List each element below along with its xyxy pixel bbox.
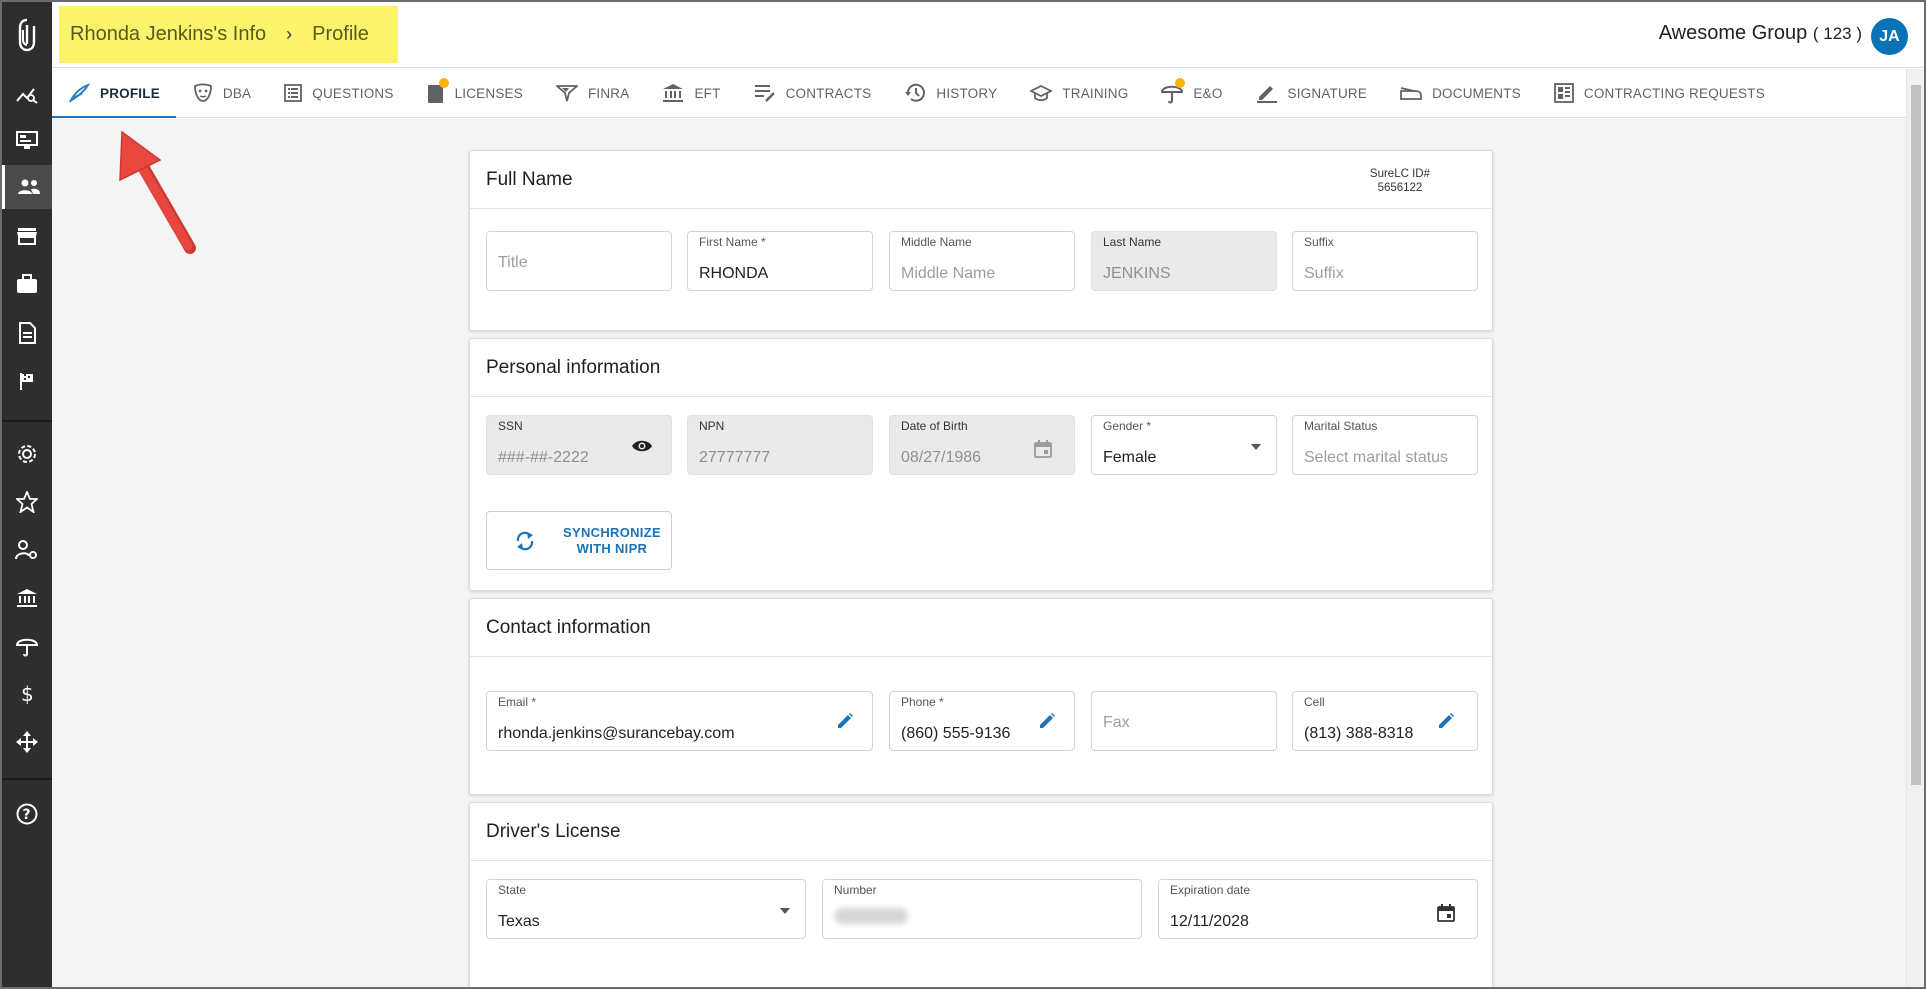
license-number-field[interactable]: Number — [822, 879, 1142, 939]
gender-select[interactable]: Gender * Female — [1091, 415, 1277, 475]
section-title: Driver's License — [470, 803, 1492, 861]
tab-dba[interactable]: DBA — [193, 69, 251, 118]
middle-name-field[interactable]: Middle Name Middle Name — [889, 231, 1075, 291]
group-name: Awesome Group — [1658, 22, 1808, 44]
email-field[interactable]: Email * rhonda.jenkins@surancebay.com — [486, 691, 873, 751]
vertical-scrollbar[interactable] — [1906, 69, 1924, 987]
document-icon[interactable] — [2, 311, 52, 355]
monitor-icon[interactable] — [2, 118, 52, 162]
user-settings-icon[interactable] — [2, 528, 52, 572]
profile-tabs: PROFILE DBA QUESTIONS LICENSES FINRA EFT… — [52, 69, 1906, 118]
tab-questions[interactable]: QUESTIONS — [284, 69, 393, 118]
edit-icon[interactable] — [836, 712, 854, 730]
bank-icon[interactable] — [2, 576, 52, 620]
left-nav-rail: $ ? — [2, 2, 52, 987]
graduation-icon — [1030, 84, 1053, 102]
umbrella-icon[interactable] — [2, 624, 52, 668]
group-selector[interactable]: Awesome Group ( 123 ) — [1659, 22, 1862, 45]
cell-field[interactable]: Cell (813) 388-8318 — [1292, 691, 1478, 751]
feather-icon — [69, 83, 90, 103]
section-title: Personal information — [470, 339, 1492, 397]
sync-icon — [516, 531, 534, 550]
dropdown-arrow-icon — [780, 908, 790, 914]
svg-text:?: ? — [23, 807, 31, 823]
contracts-icon — [754, 85, 775, 102]
section-title: Full Name — [470, 151, 1492, 209]
stapler-icon — [1400, 87, 1422, 100]
calendar-icon[interactable] — [1437, 904, 1455, 922]
top-header: Rhonda Jenkins's Info › Profile Awesome … — [52, 2, 1924, 68]
breadcrumb-root[interactable]: Rhonda Jenkins's Info — [70, 23, 266, 46]
help-icon[interactable]: ? — [2, 792, 52, 836]
annotation-arrow-icon — [119, 130, 196, 254]
dashboard-icon — [1554, 83, 1574, 103]
avatar[interactable]: JA — [1871, 18, 1908, 55]
tab-history[interactable]: HISTORY — [904, 69, 997, 118]
store-icon[interactable] — [2, 214, 52, 258]
group-count: ( 123 ) — [1812, 24, 1862, 43]
profile-content: Full Name SureLC ID# 5656122 Title First… — [52, 119, 1906, 987]
tab-contracts[interactable]: CONTRACTS — [754, 69, 872, 118]
redacted-value — [834, 908, 908, 924]
notification-dot — [1175, 77, 1186, 88]
tab-contracting-requests[interactable]: CONTRACTING REQUESTS — [1554, 69, 1765, 118]
dollar-icon[interactable]: $ — [2, 672, 52, 716]
tab-training[interactable]: TRAINING — [1030, 69, 1128, 118]
section-title: Contact information — [470, 599, 1492, 657]
tab-eo[interactable]: E&O — [1161, 69, 1222, 118]
mask-icon — [194, 83, 212, 102]
breadcrumb-current: Profile — [312, 23, 369, 45]
notification-dot — [438, 77, 449, 88]
edit-icon[interactable] — [1437, 712, 1455, 730]
synchronize-nipr-button[interactable]: SYNCHRONIZE WITH NIPR — [486, 511, 672, 570]
surelc-id: SureLC ID# 5656122 — [1369, 168, 1430, 194]
flag-icon[interactable] — [2, 359, 52, 403]
edit-icon[interactable] — [1038, 712, 1056, 730]
license-state-select[interactable]: State Texas — [486, 879, 806, 939]
people-icon[interactable] — [2, 165, 52, 209]
gear-icon[interactable] — [2, 432, 52, 476]
move-icon[interactable] — [2, 720, 52, 764]
badge-icon[interactable] — [2, 480, 52, 524]
phone-field[interactable]: Phone * (860) 555-9136 — [889, 691, 1075, 751]
eye-icon[interactable] — [631, 438, 653, 454]
expiration-date-field[interactable]: Expiration date 12/11/2028 — [1158, 879, 1478, 939]
tab-signature[interactable]: SIGNATURE — [1256, 69, 1368, 118]
analytics-icon[interactable] — [2, 72, 52, 116]
logo-icon[interactable] — [2, 12, 52, 58]
finra-icon — [555, 85, 578, 102]
app-window: $ ? Rhonda Jenkins's Info › Profile Awes… — [0, 0, 1926, 989]
marital-status-select[interactable]: Marital Status Select marital status — [1292, 415, 1478, 475]
fax-field[interactable]: Fax — [1091, 691, 1277, 751]
date-of-birth-field: Date of Birth 08/27/1986 — [889, 415, 1075, 475]
first-name-field[interactable]: First Name * RHONDA — [687, 231, 873, 291]
suffix-field[interactable]: Suffix Suffix — [1292, 231, 1478, 291]
ssn-field: SSN ###-##-2222 — [486, 415, 672, 475]
list-icon — [284, 84, 303, 102]
breadcrumb: Rhonda Jenkins's Info › Profile — [59, 6, 398, 63]
pen-icon — [1256, 86, 1277, 103]
dropdown-arrow-icon — [1251, 444, 1261, 450]
chevron-right-icon: › — [286, 24, 293, 44]
last-name-field: Last Name JENKINS — [1091, 231, 1277, 291]
scrollbar-thumb[interactable] — [1911, 85, 1921, 785]
svg-text:$: $ — [21, 683, 34, 705]
personal-info-card: Personal information SSN ###-##-2222 NPN… — [469, 338, 1493, 591]
npn-field: NPN 27777777 — [687, 415, 873, 475]
tab-eft[interactable]: EFT — [662, 69, 720, 118]
tab-profile[interactable]: PROFILE — [52, 69, 176, 118]
calendar-icon — [1034, 440, 1052, 458]
drivers-license-card: Driver's License State Texas Number Expi… — [469, 802, 1493, 987]
history-icon — [905, 83, 926, 102]
title-field[interactable]: Title — [486, 231, 672, 291]
briefcase-icon[interactable] — [2, 262, 52, 306]
bank-icon — [663, 84, 684, 102]
tab-documents[interactable]: DOCUMENTS — [1400, 69, 1521, 118]
tab-licenses[interactable]: LICENSES — [427, 69, 523, 118]
tab-finra[interactable]: FINRA — [555, 69, 630, 118]
full-name-card: Full Name SureLC ID# 5656122 Title First… — [469, 150, 1493, 331]
contact-info-card: Contact information Email * rhonda.jenki… — [469, 598, 1493, 795]
